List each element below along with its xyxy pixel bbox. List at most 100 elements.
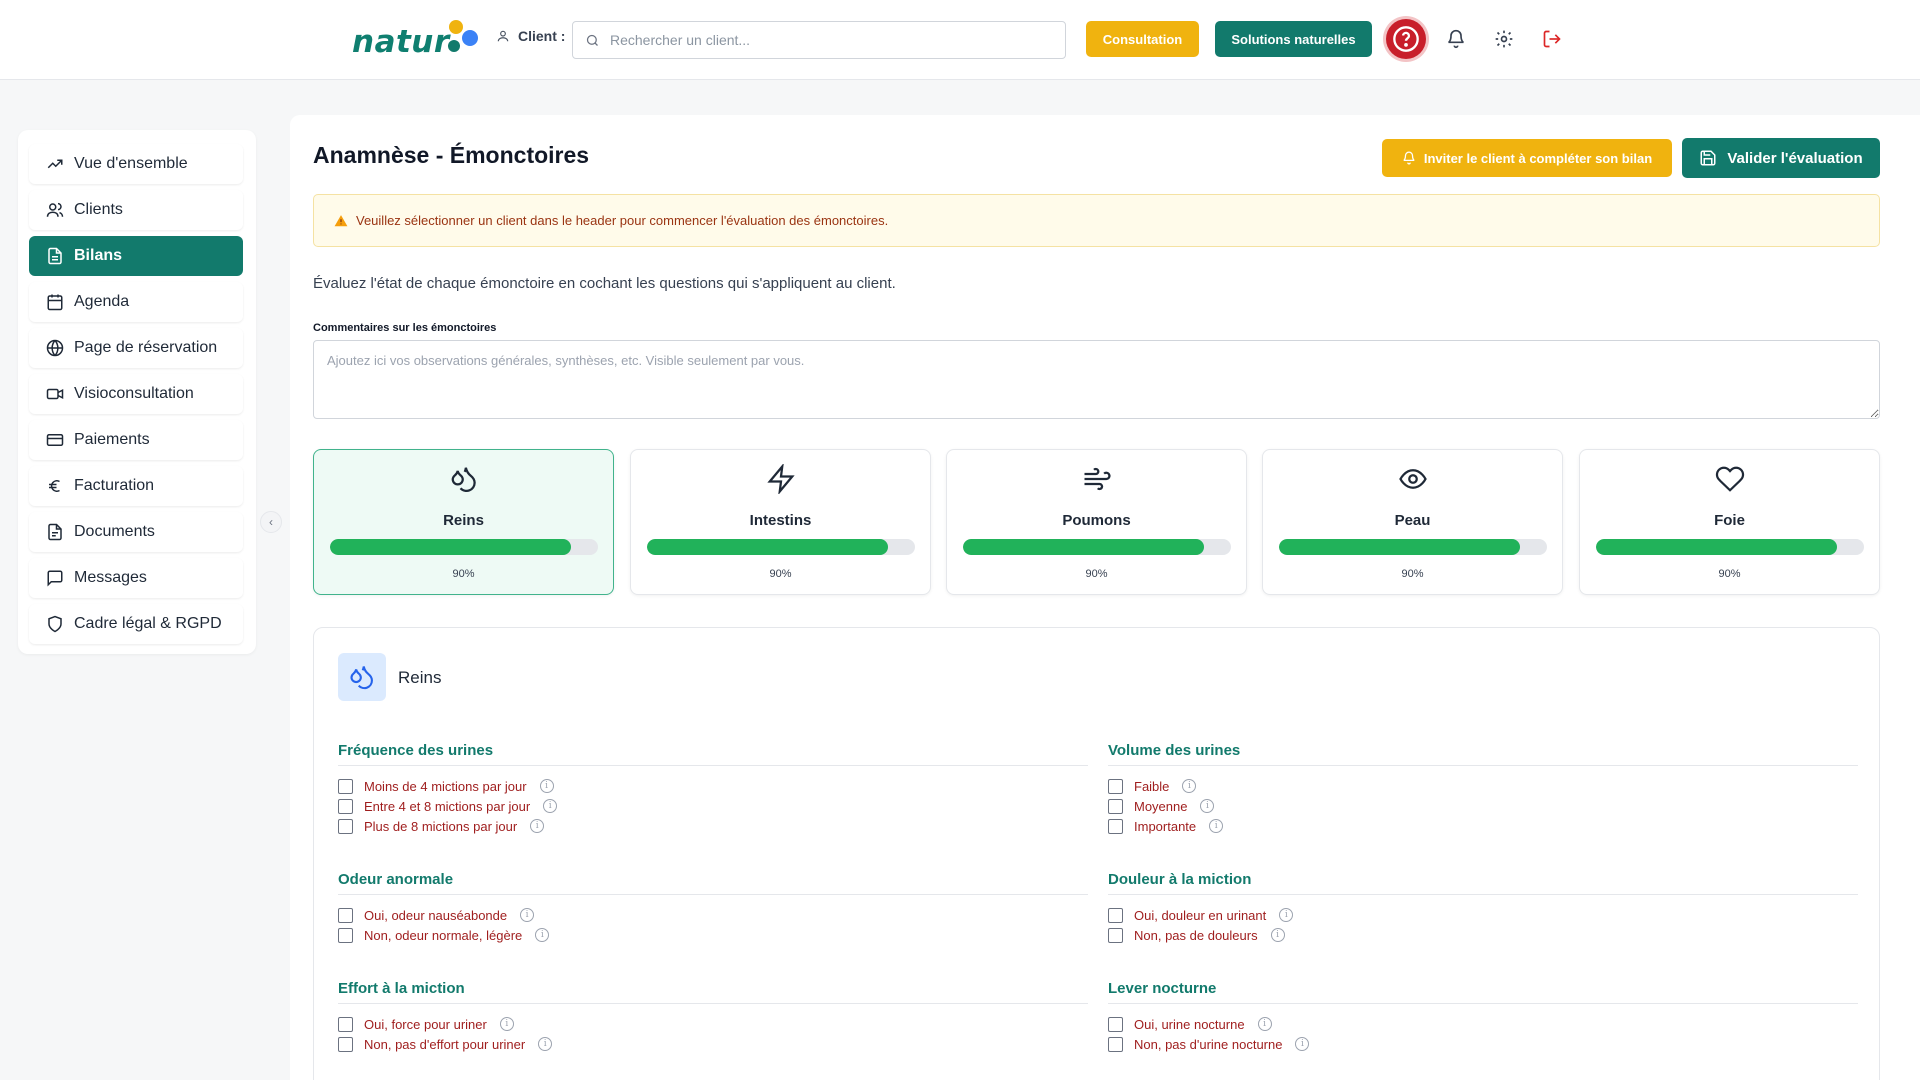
option-label: Non, pas d'effort pour uriner	[364, 1036, 526, 1052]
option[interactable]: Faible i	[1108, 776, 1858, 796]
option[interactable]: Non, pas d'urine nocturne i	[1108, 1034, 1858, 1054]
info-icon[interactable]: i	[535, 928, 550, 942]
card-poumons[interactable]: Poumons 90%	[946, 449, 1247, 595]
sidebar-item-page-reservation[interactable]: Page de réservation	[29, 328, 243, 368]
credit-card-icon	[46, 434, 64, 446]
option[interactable]: Moyenne i	[1108, 796, 1858, 816]
checkbox[interactable]	[338, 818, 353, 834]
info-icon[interactable]: i	[1200, 799, 1215, 813]
checkbox[interactable]	[1108, 927, 1123, 943]
notifications-button[interactable]	[1444, 27, 1468, 51]
info-icon[interactable]: i	[1279, 908, 1294, 922]
logo-text: natur	[352, 24, 450, 60]
droplets-icon	[350, 666, 373, 690]
checkbox[interactable]	[1108, 1036, 1123, 1052]
message-icon	[47, 570, 63, 587]
progress-percent: 90%	[769, 568, 792, 580]
option-label: Moins de 4 mictions par jour	[364, 778, 527, 794]
checkbox[interactable]	[1108, 778, 1123, 794]
card-name: Foie	[1714, 512, 1745, 529]
comment-textarea[interactable]	[313, 340, 1880, 419]
main-content: Anamnèse - Émonctoires Inviter le client…	[290, 115, 1920, 1080]
globe-icon	[46, 339, 64, 357]
option[interactable]: Oui, urine nocturne i	[1108, 1014, 1858, 1034]
option[interactable]: Oui, douleur en urinant i	[1108, 905, 1858, 925]
card-reins[interactable]: Reins 90%	[313, 449, 614, 595]
invite-client-button[interactable]: Inviter le client à compléter son bilan	[1382, 139, 1672, 177]
checkbox[interactable]	[338, 778, 353, 794]
lightning-icon	[766, 464, 795, 494]
checkbox[interactable]	[338, 1016, 353, 1032]
help-icon	[1393, 26, 1419, 52]
question-group-lever-nocturne: Lever nocturne Oui, urine nocturne i Non,…	[1108, 980, 1858, 1054]
euro-icon	[49, 480, 60, 492]
client-search[interactable]	[572, 21, 1066, 59]
intro-text: Évaluez l'état de chaque émonctoire en c…	[313, 275, 896, 292]
question-title: Lever nocturne	[1108, 980, 1858, 1004]
sidebar-item-label: Paiements	[74, 431, 150, 448]
option[interactable]: Entre 4 et 8 mictions par jour i	[338, 796, 1088, 816]
option[interactable]: Plus de 8 mictions par jour i	[338, 816, 1088, 836]
sidebar-collapse-button[interactable]: ‹	[260, 511, 282, 533]
solutions-naturelles-button[interactable]: Solutions naturelles	[1215, 21, 1372, 57]
comment-label: Commentaires sur les émonctoires	[313, 322, 497, 334]
progress-track	[1596, 539, 1864, 555]
option[interactable]: Non, odeur normale, légère i	[338, 925, 1088, 945]
info-icon[interactable]: i	[1295, 1037, 1310, 1051]
checkbox[interactable]	[1108, 907, 1123, 923]
info-icon[interactable]: i	[499, 1017, 514, 1031]
sidebar-item-facturation[interactable]: Facturation	[29, 466, 243, 506]
logo[interactable]: natur	[352, 18, 482, 62]
client-label-text: Client :	[518, 28, 566, 44]
video-icon	[46, 388, 64, 400]
consultation-button[interactable]: Consultation	[1086, 21, 1199, 57]
card-intestins[interactable]: Intestins 90%	[630, 449, 931, 595]
option[interactable]: Oui, force pour uriner i	[338, 1014, 1088, 1034]
sidebar-item-messages[interactable]: Messages	[29, 558, 243, 598]
option[interactable]: Moins de 4 mictions par jour i	[338, 776, 1088, 796]
info-icon[interactable]: i	[530, 819, 545, 833]
sidebar-item-cadre-legal[interactable]: Cadre légal & RGPD	[29, 604, 243, 644]
sidebar-item-label: Visioconsultation	[74, 385, 194, 402]
save-icon	[1700, 150, 1716, 166]
sidebar-item-documents[interactable]: Documents	[29, 512, 243, 552]
checkbox[interactable]	[1108, 1016, 1123, 1032]
app-header: natur Client : Consultation Solutions na…	[0, 0, 1920, 80]
option[interactable]: Non, pas d'effort pour uriner i	[338, 1034, 1088, 1054]
validate-evaluation-button[interactable]: Valider l'évaluation	[1682, 138, 1880, 178]
card-peau[interactable]: Peau 90%	[1262, 449, 1563, 595]
sidebar-item-bilans[interactable]: Bilans	[29, 236, 243, 276]
card-name: Intestins	[749, 512, 812, 529]
info-icon[interactable]: i	[539, 779, 554, 793]
option[interactable]: Importante i	[1108, 816, 1858, 836]
checkbox[interactable]	[338, 1036, 353, 1052]
info-icon[interactable]: i	[538, 1037, 553, 1051]
bell-icon	[1448, 29, 1464, 49]
option[interactable]: Non, pas de douleurs i	[1108, 925, 1858, 945]
checkbox[interactable]	[338, 907, 353, 923]
progress-percent: 90%	[1085, 568, 1108, 580]
trending-up-icon	[47, 159, 63, 169]
info-icon[interactable]: i	[1270, 928, 1285, 942]
help-button[interactable]	[1386, 19, 1426, 59]
info-icon[interactable]: i	[520, 908, 535, 922]
checkbox[interactable]	[338, 798, 353, 814]
sidebar-item-visioconsultation[interactable]: Visioconsultation	[29, 374, 243, 414]
settings-button[interactable]	[1492, 27, 1516, 51]
info-icon[interactable]: i	[543, 799, 558, 813]
sidebar-item-paiements[interactable]: Paiements	[29, 420, 243, 460]
info-icon[interactable]: i	[1257, 1017, 1272, 1031]
info-icon[interactable]: i	[1182, 779, 1197, 793]
card-foie[interactable]: Foie 90%	[1579, 449, 1880, 595]
sidebar-item-agenda[interactable]: Agenda	[29, 282, 243, 322]
sidebar-item-vue-ensemble[interactable]: Vue d'ensemble	[29, 144, 243, 184]
client-search-input[interactable]	[610, 32, 1030, 48]
checkbox[interactable]	[338, 927, 353, 943]
checkbox[interactable]	[1108, 818, 1123, 834]
option[interactable]: Oui, odeur nauséabonde i	[338, 905, 1088, 925]
logout-button[interactable]	[1540, 27, 1564, 51]
sidebar-item-clients[interactable]: Clients	[29, 190, 243, 230]
checkbox[interactable]	[1108, 798, 1123, 814]
question-title: Effort à la miction	[338, 980, 1088, 1004]
info-icon[interactable]: i	[1209, 819, 1224, 833]
